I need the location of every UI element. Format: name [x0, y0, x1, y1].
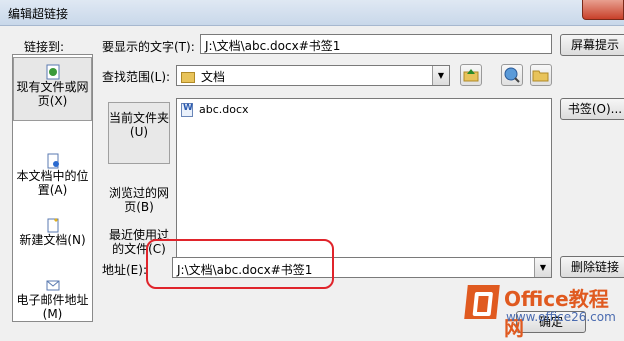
- link-existing-file-label: 现有文件或网页(X): [16, 80, 89, 108]
- list-item[interactable]: abc.docx: [181, 103, 249, 119]
- browse-file-button[interactable]: [530, 64, 552, 86]
- up-folder-icon: [463, 69, 479, 82]
- remove-link-button[interactable]: 删除链接: [560, 256, 624, 278]
- link-to-label: 链接到:: [24, 40, 65, 54]
- close-button[interactable]: [582, 0, 624, 20]
- link-email-address[interactable]: 电子邮件地址(M): [13, 277, 92, 321]
- tab-current-folder[interactable]: 当前文件夹(U): [108, 102, 170, 164]
- link-new-document-label: 新建文档(N): [19, 233, 86, 247]
- display-text-label: 要显示的文字(T):: [102, 40, 195, 54]
- link-place-in-document-label: 本文档中的位置(A): [16, 169, 89, 197]
- link-email-address-label: 电子邮件地址(M): [16, 293, 89, 321]
- screen-tip-button[interactable]: 屏幕提示: [560, 34, 624, 56]
- open-folder-icon: [532, 70, 549, 82]
- look-in-value: 文档: [201, 70, 226, 84]
- watermark: Office教程网 www.office26.com: [464, 283, 624, 340]
- email-icon: [46, 280, 59, 291]
- word-document-icon: [181, 103, 193, 117]
- bookmark-button[interactable]: 书签(O)...: [560, 98, 624, 120]
- dialog-body: 链接到: 现有文件或网页(X) 本文档中的位置(A) 新建文档(N) 电子邮件地…: [0, 26, 624, 340]
- link-new-document[interactable]: 新建文档(N): [13, 217, 92, 257]
- up-folder-button[interactable]: [460, 64, 482, 86]
- browse-web-button[interactable]: [501, 64, 523, 86]
- title-bar: 编辑超链接: [0, 0, 624, 26]
- window-title: 编辑超链接: [8, 7, 69, 21]
- browse-web-icon: [504, 67, 520, 83]
- document-place-icon: [47, 153, 59, 169]
- address-highlight: [146, 239, 334, 289]
- web-page-icon: [46, 64, 59, 80]
- tab-browsed-pages[interactable]: 浏览过的网页(B): [108, 186, 170, 222]
- look-in-label: 查找范围(L):: [102, 70, 171, 84]
- folder-icon: [181, 72, 195, 83]
- new-document-icon: [47, 218, 58, 233]
- display-text-input[interactable]: J:\文档\abc.docx#书签1: [200, 34, 552, 54]
- link-existing-file[interactable]: 现有文件或网页(X): [13, 57, 92, 121]
- look-in-select[interactable]: 文档 ▼: [176, 65, 450, 86]
- chevron-down-icon[interactable]: ▼: [534, 258, 551, 277]
- office-logo-icon: [464, 285, 500, 319]
- chevron-down-icon[interactable]: ▼: [432, 66, 449, 85]
- link-place-in-document[interactable]: 本文档中的位置(A): [13, 153, 92, 203]
- link-to-bar: 现有文件或网页(X) 本文档中的位置(A) 新建文档(N) 电子邮件地址(M): [12, 54, 93, 322]
- file-name: abc.docx: [199, 103, 249, 116]
- watermark-site: www.office26.com: [506, 310, 616, 324]
- address-label: 地址(E):: [102, 263, 147, 277]
